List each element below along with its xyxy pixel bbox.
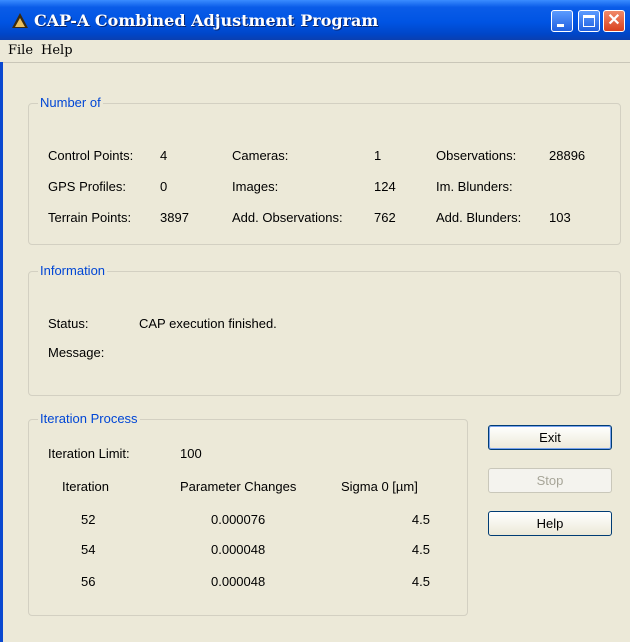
column-header-parameter-changes: Parameter Changes bbox=[180, 479, 297, 494]
add-observations-value: 762 bbox=[374, 210, 396, 225]
gps-profiles-label: GPS Profiles: bbox=[48, 179, 127, 194]
images-value: 124 bbox=[374, 179, 396, 194]
add-observations-label: Add. Observations: bbox=[232, 210, 343, 225]
information-group bbox=[28, 271, 621, 396]
terrain-points-value: 3897 bbox=[160, 210, 189, 225]
row-sigma: 4.5 bbox=[411, 574, 430, 589]
minimize-button[interactable] bbox=[551, 10, 573, 32]
app-icon bbox=[12, 13, 28, 28]
add-blunders-label: Add. Blunders: bbox=[436, 210, 522, 225]
row-iteration: 54 bbox=[81, 542, 96, 557]
maximize-icon bbox=[583, 15, 595, 27]
stop-button[interactable]: Stop bbox=[488, 468, 612, 493]
minimize-icon bbox=[557, 24, 564, 27]
gps-profiles-value: 0 bbox=[160, 179, 168, 194]
status-label: Status: bbox=[48, 316, 89, 331]
close-button[interactable]: ✕ bbox=[603, 10, 625, 32]
exit-button[interactable]: Exit bbox=[488, 425, 612, 450]
images-label: Images: bbox=[232, 179, 279, 194]
cameras-label: Cameras: bbox=[232, 148, 289, 163]
iteration-legend: Iteration Process bbox=[38, 411, 140, 426]
row-parameter-change: 0.000076 bbox=[211, 512, 266, 527]
iteration-limit-label: Iteration Limit: bbox=[48, 446, 130, 461]
message-label: Message: bbox=[48, 345, 105, 360]
terrain-points-label: Terrain Points: bbox=[48, 210, 132, 225]
row-parameter-change: 0.000048 bbox=[211, 542, 266, 557]
menu-file[interactable]: File bbox=[8, 43, 33, 58]
iteration-limit-value: 100 bbox=[180, 446, 202, 461]
control-points-label: Control Points: bbox=[48, 148, 134, 163]
app-window: CAP-A Combined Adjustment Program ✕ File… bbox=[0, 0, 630, 642]
number-of-legend: Number of bbox=[38, 95, 103, 110]
row-parameter-change: 0.000048 bbox=[211, 574, 266, 589]
control-points-value: 4 bbox=[160, 148, 168, 163]
observations-value: 28896 bbox=[549, 148, 586, 163]
column-header-sigma: Sigma 0 [µm] bbox=[341, 479, 418, 494]
im-blunders-label: Im. Blunders: bbox=[436, 179, 513, 194]
row-sigma: 4.5 bbox=[411, 512, 430, 527]
information-legend: Information bbox=[38, 263, 108, 278]
row-iteration: 56 bbox=[81, 574, 96, 589]
help-button[interactable]: Help bbox=[488, 511, 612, 536]
title-bar[interactable]: CAP-A Combined Adjustment Program ✕ bbox=[0, 0, 630, 40]
maximize-button[interactable] bbox=[578, 10, 600, 32]
observations-label: Observations: bbox=[436, 148, 517, 163]
add-blunders-value: 103 bbox=[549, 210, 571, 225]
menu-bar: File Help bbox=[0, 40, 630, 63]
window-border bbox=[0, 62, 3, 642]
status-value: CAP execution finished. bbox=[139, 316, 277, 331]
row-iteration: 52 bbox=[81, 512, 96, 527]
close-icon: ✕ bbox=[607, 12, 621, 29]
column-header-iteration: Iteration bbox=[62, 479, 109, 494]
window-title: CAP-A Combined Adjustment Program bbox=[34, 11, 379, 30]
cameras-value: 1 bbox=[374, 148, 382, 163]
menu-help[interactable]: Help bbox=[41, 43, 73, 58]
row-sigma: 4.5 bbox=[411, 542, 430, 557]
